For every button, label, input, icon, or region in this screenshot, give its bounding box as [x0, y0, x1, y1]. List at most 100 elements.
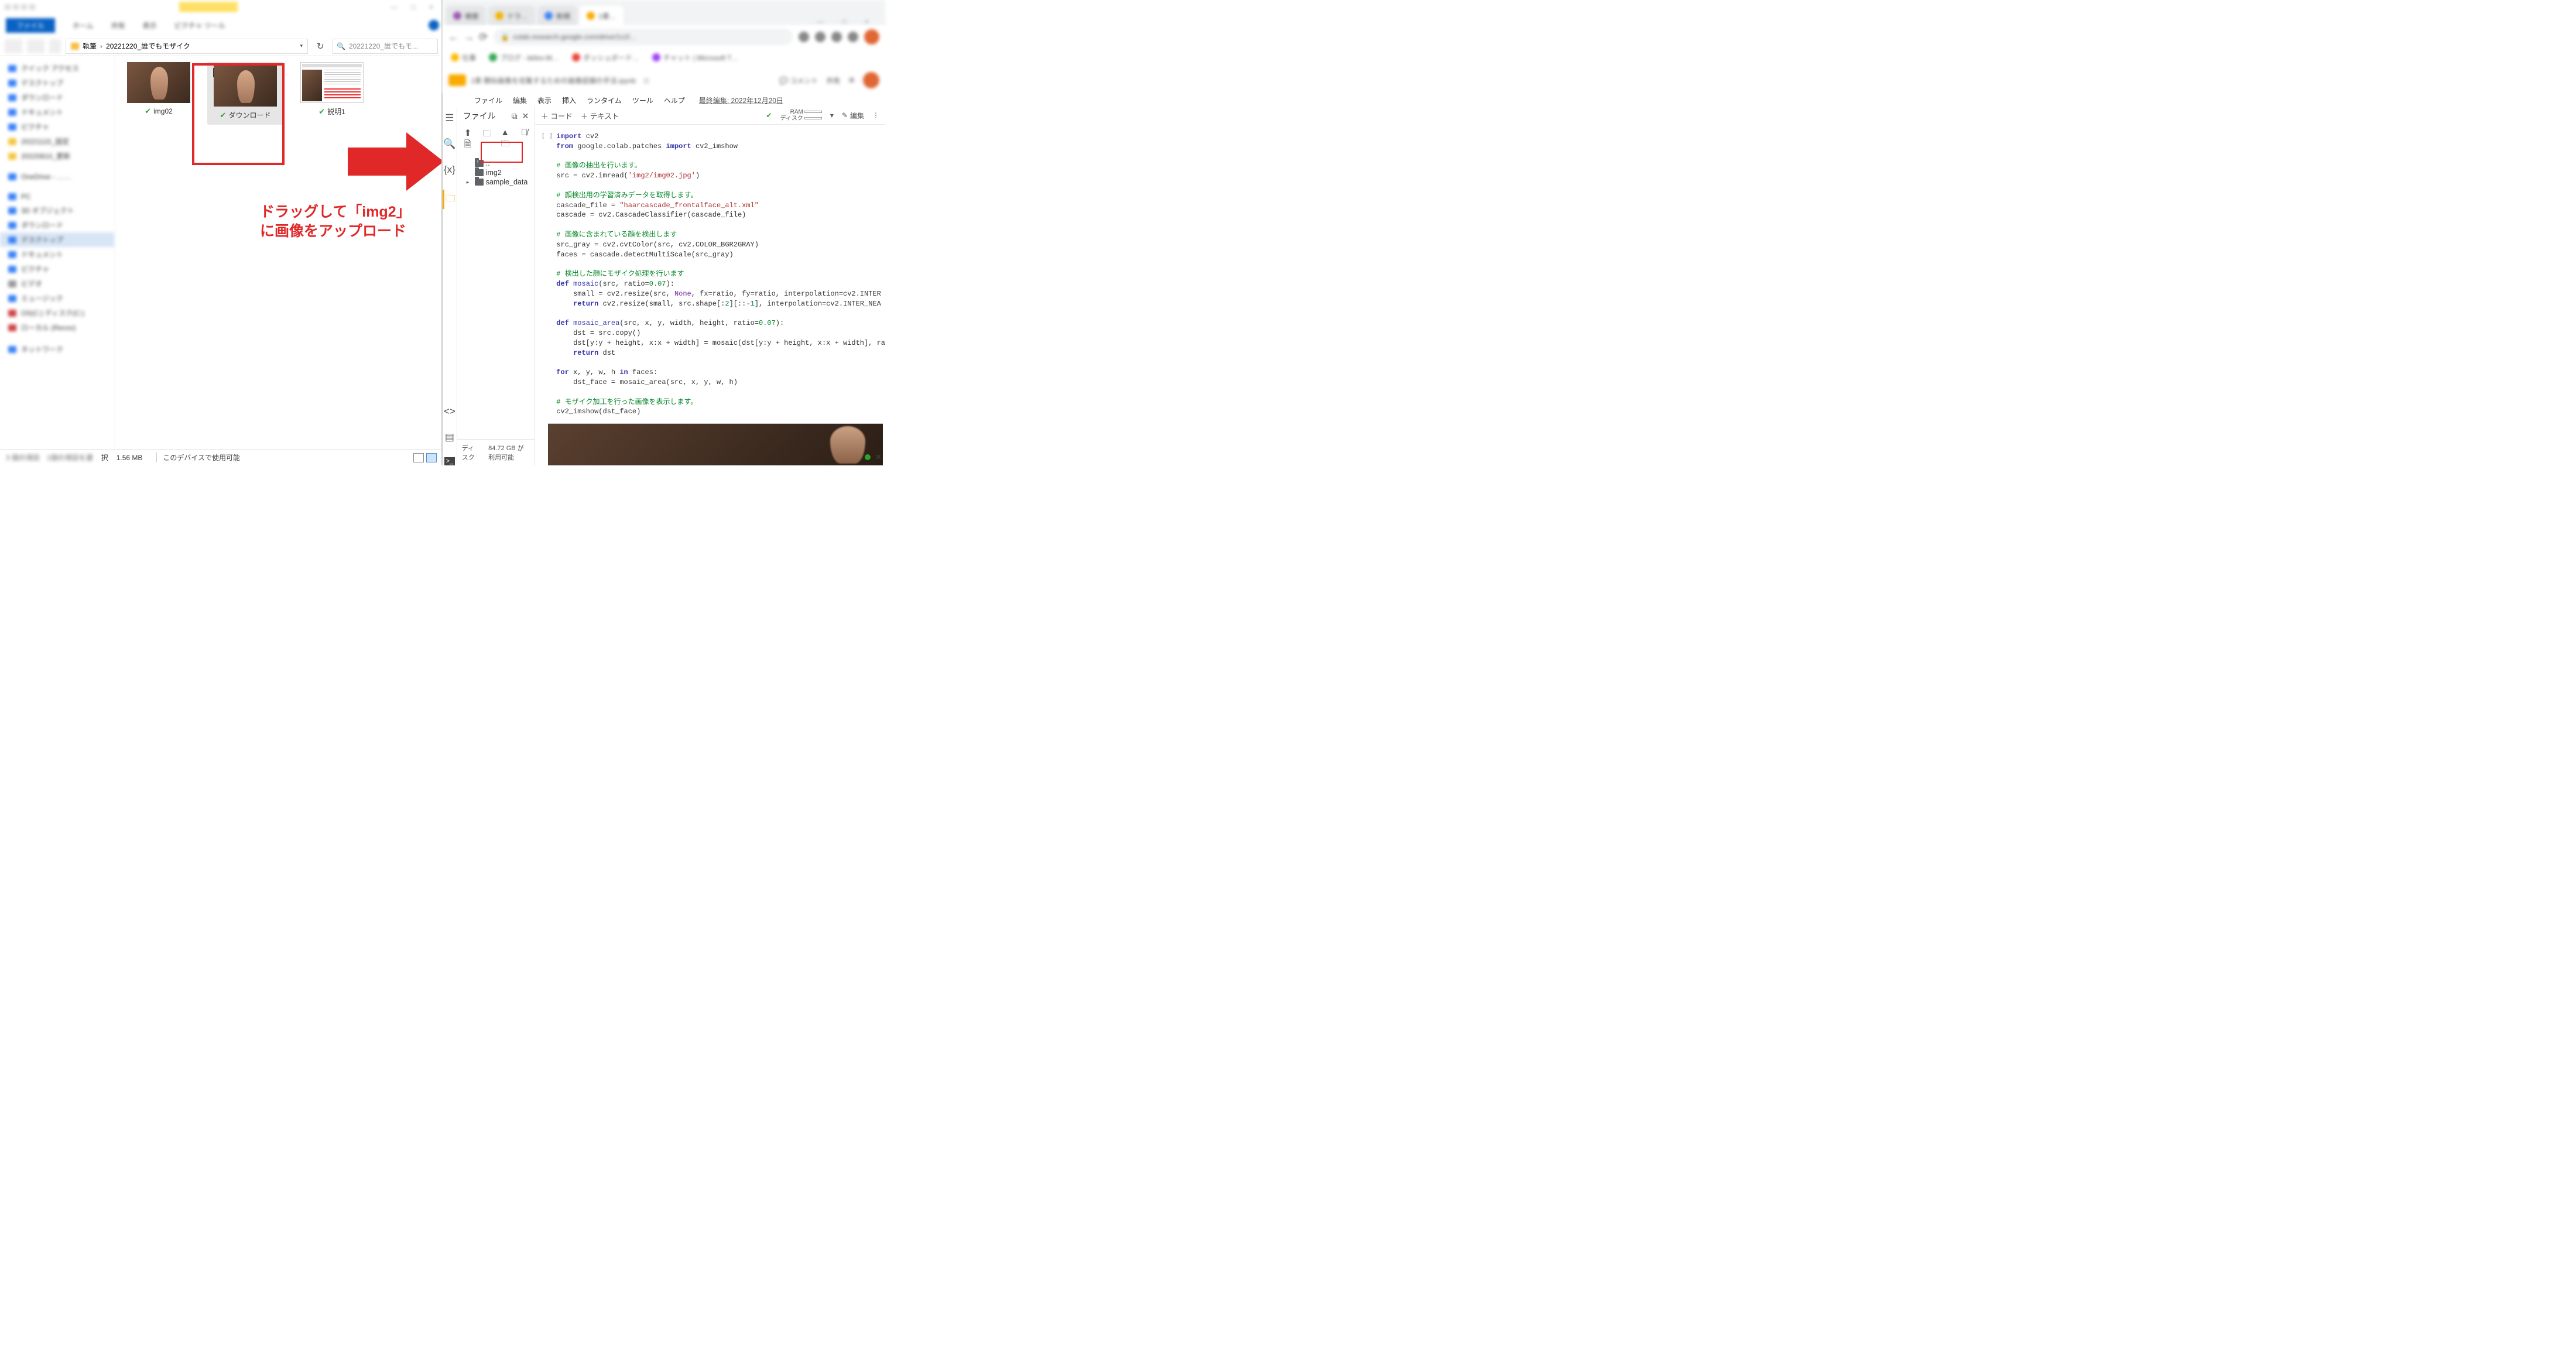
- add-text-button[interactable]: ＋ テキスト: [581, 110, 619, 121]
- comment-button[interactable]: 💬 コメント: [779, 76, 818, 85]
- files-toolbar: ⬆🗎 🗀 ▲🗀 👁̸: [457, 125, 535, 157]
- path-dropdown-icon[interactable]: ▾: [300, 43, 303, 49]
- menu-edit[interactable]: 編集: [513, 95, 527, 105]
- explorer-sidebar[interactable]: クイック アクセス デスクトップ ダウンロード ドキュメント ピクチャ 2022…: [0, 56, 115, 449]
- code-cell[interactable]: [ ] import cv2 from google.colab.patches…: [535, 125, 885, 465]
- nav-fwd-button[interactable]: [27, 39, 44, 53]
- cell-gutter[interactable]: [ ]: [535, 128, 556, 447]
- tree-folder-sample-data[interactable]: ▸sample_data: [461, 177, 532, 187]
- colab-left-rail[interactable]: ☰ 🔍 {x} 🗀 <> ▤ >_: [443, 107, 457, 465]
- file-item-download[interactable]: ✓ ✔ダウンロード: [207, 62, 283, 125]
- explorer-status-bar: 3 個の項目 1個の項目を選 択 1.56 MB このデバイスで使用可能: [0, 449, 443, 465]
- files-panel-title: ファイル: [463, 110, 507, 122]
- chevron-right-icon: ›: [100, 42, 102, 50]
- chrome-avatar[interactable]: [864, 29, 879, 44]
- edit-button[interactable]: ✎編集: [842, 111, 864, 121]
- code-content[interactable]: import cv2 from google.colab.patches imp…: [556, 128, 885, 447]
- hidden-files-icon[interactable]: 👁̸: [521, 128, 527, 153]
- refresh-icon[interactable]: 🗀: [482, 128, 491, 153]
- path-box[interactable]: 執筆 › 20221220_誰でもモザイク ▾: [66, 39, 308, 54]
- status-selection-suffix: 択: [101, 453, 108, 462]
- status-dot-icon: [865, 454, 871, 460]
- file-tree[interactable]: .. img2 ▸sample_data: [457, 157, 535, 188]
- bookmarks-bar[interactable]: 仕事 ブログ - kkfes-M… ダッシュボード… チャット | Micros…: [443, 48, 885, 67]
- ram-disk-indicator[interactable]: RAMディスク: [780, 109, 822, 122]
- close-output-icon[interactable]: ✕: [875, 453, 882, 462]
- lock-icon: 🔒: [501, 33, 509, 41]
- file-label: ダウンロード: [228, 110, 270, 120]
- browser-tab[interactable]: 検索: [446, 6, 486, 26]
- sync-check-icon: ✔: [220, 111, 227, 120]
- search-box[interactable]: 🔍 20221220_誰でもモ...: [333, 39, 438, 54]
- status-size: 1.56 MB: [117, 454, 143, 462]
- tree-folder-img2[interactable]: img2: [461, 168, 532, 177]
- explorer-address-bar: 執筆 › 20221220_誰でもモザイク ▾ ↻ 🔍 20221220_誰でも…: [0, 36, 443, 56]
- notebook-toolbar: ＋ コード ＋ テキスト ✔ RAMディスク ▾ ✎編集 ⋮: [535, 107, 885, 125]
- nav-back-button[interactable]: [5, 39, 22, 53]
- menu-insert[interactable]: 挿入: [562, 95, 576, 105]
- window-controls[interactable]: — □ ×: [817, 18, 882, 26]
- browser-tab[interactable]: ドラ…: [488, 6, 535, 26]
- vars-icon[interactable]: {x}: [444, 164, 455, 176]
- chrome-url-bar[interactable]: ← → ⟳ 🔒colab.research.google.com/drive/1x1…: [443, 26, 885, 48]
- colab-menu-bar[interactable]: ファイル 編集 表示 挿入 ランタイム ツール ヘルプ 最終編集: 2022年1…: [443, 94, 885, 107]
- file-item-explain[interactable]: ✔説明1: [294, 62, 370, 125]
- commands-icon[interactable]: ▤: [445, 431, 454, 443]
- terminal-icon[interactable]: >_: [444, 457, 455, 465]
- more-menu-icon[interactable]: ⋮: [872, 111, 879, 119]
- code-icon[interactable]: <>: [444, 406, 455, 417]
- connected-check-icon: ✔: [766, 111, 772, 119]
- disk-usage: ディスク 84.72 GB が利用可能: [457, 439, 535, 465]
- nav-reload-icon[interactable]: ⟳: [479, 31, 488, 43]
- explorer-content[interactable]: ✔img02 ✓ ✔ダウンロード ✔説明1: [115, 56, 443, 449]
- thumbnail-image: [127, 62, 190, 103]
- sync-check-icon: ✔: [318, 107, 325, 116]
- disk-label: ディスク: [462, 443, 479, 462]
- view-thumbnails-icon[interactable]: [426, 453, 437, 462]
- search-placeholder: 20221220_誰でもモ...: [349, 41, 418, 51]
- tree-updir[interactable]: ..: [461, 159, 532, 168]
- browser-tab-active[interactable]: 1章…: [580, 6, 624, 26]
- view-details-icon[interactable]: [413, 453, 424, 462]
- colab-logo-icon[interactable]: [448, 74, 466, 86]
- menu-tools[interactable]: ツール: [632, 95, 653, 105]
- path-seg-1[interactable]: 執筆: [83, 41, 97, 51]
- menu-view[interactable]: 表示: [537, 95, 551, 105]
- notebook-main: ＋ コード ＋ テキスト ✔ RAMディスク ▾ ✎編集 ⋮ [ ] impor…: [535, 107, 885, 465]
- search-icon: 🔍: [337, 42, 345, 50]
- add-code-button[interactable]: ＋ コード: [541, 110, 572, 121]
- files-panel: ファイル ⧉ ✕ ⬆🗎 🗀 ▲🗀 👁̸ .. img2 ▸sample_data…: [457, 107, 536, 465]
- folder-icon: [71, 43, 79, 50]
- file-label: 説明1: [327, 107, 345, 116]
- annotation-arrow: [348, 128, 444, 197]
- blurred-titlebar: — □ ×: [0, 0, 443, 14]
- file-item-img02[interactable]: ✔img02: [121, 62, 197, 125]
- menu-file[interactable]: ファイル: [474, 95, 502, 105]
- browser-tab[interactable]: 新規: [537, 6, 577, 26]
- path-seg-2[interactable]: 20221220_誰でもモザイク: [106, 41, 190, 51]
- menu-runtime[interactable]: ランタイム: [587, 95, 622, 105]
- colab-avatar[interactable]: [863, 72, 879, 88]
- new-window-icon[interactable]: ⧉: [512, 111, 518, 121]
- mount-drive-icon[interactable]: ▲🗀: [501, 128, 512, 153]
- close-icon[interactable]: ✕: [522, 111, 529, 121]
- annotation-text: ドラッグして「img2」 に画像をアップロード: [260, 203, 411, 241]
- files-icon[interactable]: 🗀: [443, 190, 457, 209]
- refresh-button[interactable]: ↻: [313, 39, 328, 54]
- cell-output-image: [548, 423, 883, 465]
- settings-icon[interactable]: ⚙: [848, 76, 855, 84]
- status-floaters: ✕: [865, 453, 882, 462]
- nav-up-button[interactable]: [49, 39, 61, 53]
- notebook-title[interactable]: 1章 類似画像を収集するための画像認識の手法.ipynb ☆: [471, 76, 650, 85]
- toc-icon[interactable]: ☰: [445, 112, 454, 124]
- url-input[interactable]: 🔒colab.research.google.com/drive/1x1f…: [494, 29, 793, 45]
- chrome-tab-strip[interactable]: 検索 ドラ… 新規 1章… — □ ×: [443, 0, 885, 26]
- search-icon[interactable]: 🔍: [443, 138, 455, 150]
- thumbnail-doc: [300, 62, 364, 103]
- upload-icon[interactable]: ⬆🗎: [464, 128, 474, 153]
- nav-fwd-icon[interactable]: →: [464, 31, 474, 43]
- share-button[interactable]: 共有: [826, 76, 840, 85]
- menu-help[interactable]: ヘルプ: [664, 95, 685, 105]
- ram-dropdown-icon[interactable]: ▾: [830, 111, 834, 119]
- nav-back-icon[interactable]: ←: [448, 31, 459, 43]
